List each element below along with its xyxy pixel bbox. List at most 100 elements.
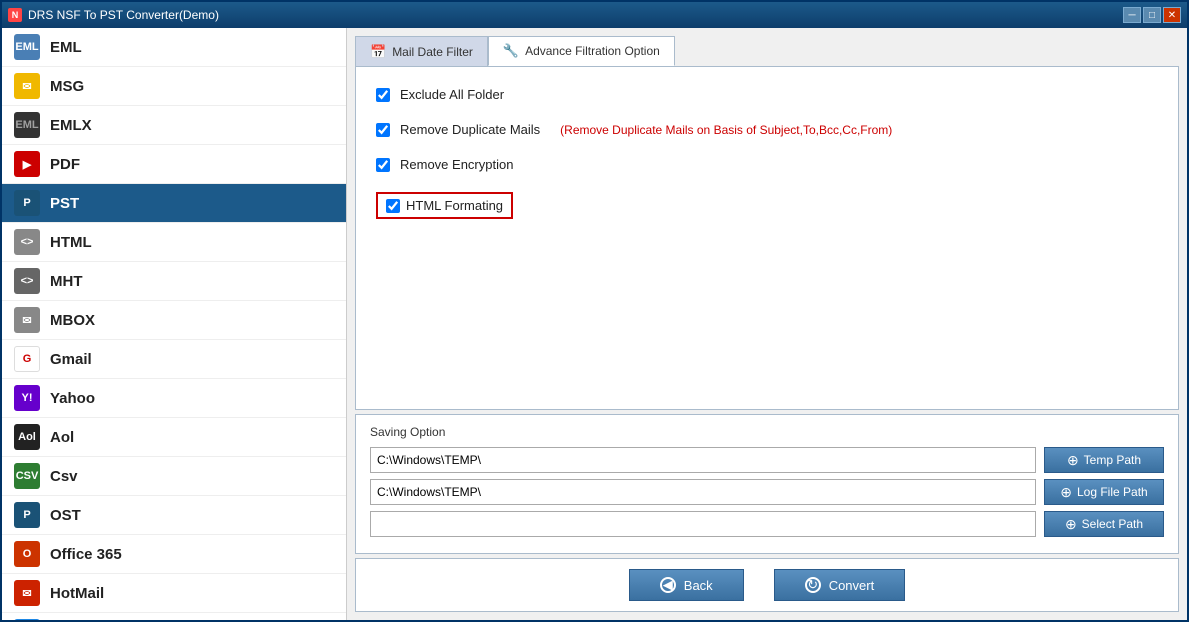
title-bar-left: N DRS NSF To PST Converter(Demo) bbox=[8, 8, 219, 22]
back-label: Back bbox=[684, 578, 713, 593]
icon-mbox: ✉ bbox=[14, 307, 40, 333]
sidebar-label-mht: MHT bbox=[50, 273, 83, 290]
remove-duplicate-checkbox[interactable] bbox=[376, 123, 390, 137]
sidebar-item-csv[interactable]: CSV Csv bbox=[2, 457, 346, 496]
bottom-bar: ◀ Back ↻ Convert bbox=[355, 558, 1179, 612]
sidebar-item-mbox[interactable]: ✉ MBOX bbox=[2, 301, 346, 340]
html-formatting-label: HTML Formating bbox=[406, 198, 503, 213]
icon-ost: P bbox=[14, 502, 40, 528]
temp-path-row: ⊕ Temp Path bbox=[370, 447, 1164, 473]
sidebar-item-emlx[interactable]: EML EMLX bbox=[2, 106, 346, 145]
sidebar-item-msg[interactable]: ✉ MSG bbox=[2, 67, 346, 106]
select-path-button[interactable]: ⊕ Select Path bbox=[1044, 511, 1164, 537]
saving-section: Saving Option ⊕ Temp Path ⊕ Log File Pat… bbox=[355, 414, 1179, 554]
sidebar-item-mht[interactable]: <> MHT bbox=[2, 262, 346, 301]
sidebar-item-o365[interactable]: O Office 365 bbox=[2, 535, 346, 574]
sidebar: EML EML ✉ MSG EML EMLX ▶ PDF P PST <> HT… bbox=[2, 28, 347, 620]
remove-duplicate-label: Remove Duplicate Mails bbox=[400, 122, 540, 137]
html-formatting-row: HTML Formating bbox=[376, 192, 1158, 219]
exclude-all-folder-label: Exclude All Folder bbox=[400, 87, 504, 102]
sidebar-label-pdf: PDF bbox=[50, 156, 80, 173]
sidebar-item-pst[interactable]: P PST bbox=[2, 184, 346, 223]
tabs: 📅 Mail Date Filter 🔧 Advance Filtration … bbox=[355, 36, 1179, 66]
title-bar: N DRS NSF To PST Converter(Demo) ─ □ ✕ bbox=[2, 2, 1187, 28]
sidebar-label-csv: Csv bbox=[50, 468, 78, 485]
sidebar-label-eml: EML bbox=[50, 39, 82, 56]
icon-live: ↔ bbox=[14, 619, 40, 620]
window-title: DRS NSF To PST Converter(Demo) bbox=[28, 8, 219, 22]
remove-encryption-checkbox[interactable] bbox=[376, 158, 390, 172]
back-button[interactable]: ◀ Back bbox=[629, 569, 744, 601]
html-formatting-checkbox[interactable] bbox=[386, 199, 400, 213]
icon-aol: Aol bbox=[14, 424, 40, 450]
sidebar-label-mbox: MBOX bbox=[50, 312, 95, 329]
minimize-button[interactable]: ─ bbox=[1123, 7, 1141, 23]
html-formatting-box: HTML Formating bbox=[376, 192, 513, 219]
tab-icon-advance-filtration: 🔧 bbox=[503, 43, 519, 59]
exclude-all-folder-row: Exclude All Folder bbox=[376, 87, 1158, 102]
plus-circle-icon: ⊕ bbox=[1067, 452, 1079, 469]
remove-duplicate-hint: (Remove Duplicate Mails on Basis of Subj… bbox=[560, 123, 892, 137]
plus-circle-icon2: ⊕ bbox=[1060, 484, 1072, 501]
spacer bbox=[376, 239, 1158, 389]
sidebar-label-gmail: Gmail bbox=[50, 351, 92, 368]
right-panel: 📅 Mail Date Filter 🔧 Advance Filtration … bbox=[347, 28, 1187, 620]
icon-mht: <> bbox=[14, 268, 40, 294]
sidebar-item-eml[interactable]: EML EML bbox=[2, 28, 346, 67]
convert-label: Convert bbox=[829, 578, 875, 593]
back-icon: ◀ bbox=[660, 577, 676, 593]
close-button[interactable]: ✕ bbox=[1163, 7, 1181, 23]
sidebar-label-emlx: EMLX bbox=[50, 117, 92, 134]
icon-eml: EML bbox=[14, 34, 40, 60]
icon-csv: CSV bbox=[14, 463, 40, 489]
sidebar-item-live[interactable]: ↔ LiveExchange bbox=[2, 613, 346, 620]
sidebar-label-aol: Aol bbox=[50, 429, 74, 446]
log-file-input[interactable] bbox=[370, 479, 1036, 505]
sidebar-label-pst: PST bbox=[50, 195, 79, 212]
log-file-button[interactable]: ⊕ Log File Path bbox=[1044, 479, 1164, 505]
temp-path-input[interactable] bbox=[370, 447, 1036, 473]
icon-msg: ✉ bbox=[14, 73, 40, 99]
panel-body: Exclude All Folder Remove Duplicate Mail… bbox=[355, 66, 1179, 410]
icon-yahoo: Y! bbox=[14, 385, 40, 411]
sidebar-item-gmail[interactable]: G Gmail bbox=[2, 340, 346, 379]
sidebar-item-ost[interactable]: P OST bbox=[2, 496, 346, 535]
app-icon: N bbox=[8, 8, 22, 22]
sidebar-item-hotmail[interactable]: ✉ HotMail bbox=[2, 574, 346, 613]
convert-icon: ↻ bbox=[805, 577, 821, 593]
sidebar-label-ost: OST bbox=[50, 507, 81, 524]
log-file-row: ⊕ Log File Path bbox=[370, 479, 1164, 505]
tab-mail-date-filter[interactable]: 📅 Mail Date Filter bbox=[355, 36, 488, 66]
icon-pdf: ▶ bbox=[14, 151, 40, 177]
sidebar-item-yahoo[interactable]: Y! Yahoo bbox=[2, 379, 346, 418]
temp-path-button[interactable]: ⊕ Temp Path bbox=[1044, 447, 1164, 473]
select-path-btn-label: Select Path bbox=[1082, 517, 1143, 531]
main-window: N DRS NSF To PST Converter(Demo) ─ □ ✕ E… bbox=[0, 0, 1189, 622]
maximize-button[interactable]: □ bbox=[1143, 7, 1161, 23]
select-path-input[interactable] bbox=[370, 511, 1036, 537]
sidebar-item-pdf[interactable]: ▶ PDF bbox=[2, 145, 346, 184]
icon-pst: P bbox=[14, 190, 40, 216]
icon-hotmail: ✉ bbox=[14, 580, 40, 606]
icon-o365: O bbox=[14, 541, 40, 567]
main-content: EML EML ✉ MSG EML EMLX ▶ PDF P PST <> HT… bbox=[2, 28, 1187, 620]
title-controls: ─ □ ✕ bbox=[1123, 7, 1181, 23]
select-path-row: ⊕ Select Path bbox=[370, 511, 1164, 537]
remove-duplicate-row: Remove Duplicate Mails (Remove Duplicate… bbox=[376, 122, 1158, 137]
saving-title: Saving Option bbox=[370, 425, 1164, 439]
tab-icon-mail-date-filter: 📅 bbox=[370, 44, 386, 60]
sidebar-item-aol[interactable]: Aol Aol bbox=[2, 418, 346, 457]
remove-encryption-row: Remove Encryption bbox=[376, 157, 1158, 172]
sidebar-item-html[interactable]: <> HTML bbox=[2, 223, 346, 262]
exclude-all-folder-checkbox[interactable] bbox=[376, 88, 390, 102]
icon-html: <> bbox=[14, 229, 40, 255]
temp-path-btn-label: Temp Path bbox=[1084, 453, 1141, 467]
tab-label-mail-date-filter: Mail Date Filter bbox=[392, 45, 473, 59]
tab-label-advance-filtration: Advance Filtration Option bbox=[525, 44, 660, 58]
plus-circle-icon3: ⊕ bbox=[1065, 516, 1077, 533]
sidebar-label-html: HTML bbox=[50, 234, 92, 251]
sidebar-label-yahoo: Yahoo bbox=[50, 390, 95, 407]
tab-advance-filtration[interactable]: 🔧 Advance Filtration Option bbox=[488, 36, 675, 66]
convert-button[interactable]: ↻ Convert bbox=[774, 569, 906, 601]
sidebar-label-hotmail: HotMail bbox=[50, 585, 104, 602]
